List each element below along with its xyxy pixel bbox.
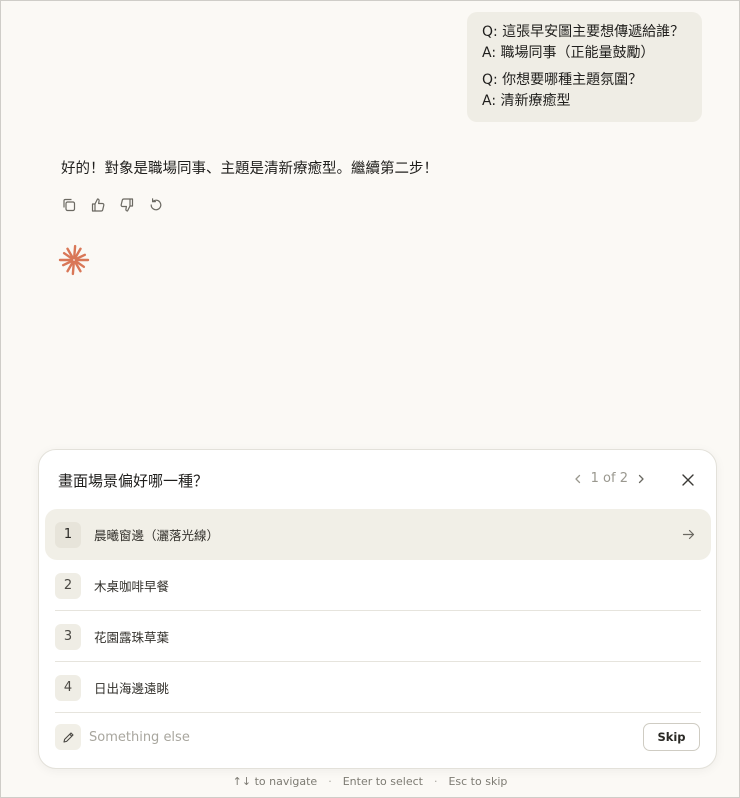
spark-icon <box>58 244 90 276</box>
answer-line: A: 清新療癒型 <box>482 93 571 109</box>
thumbs-down-icon[interactable] <box>117 195 137 215</box>
user-qa-1: Q: 這張早安圖主要想傳遞給誰？ A: 職場同事（正能量鼓勵） <box>482 22 692 64</box>
option-1[interactable]: 1 晨曦窗邊（灑落光線） <box>45 509 711 560</box>
chevron-right-icon[interactable] <box>634 472 648 486</box>
close-button[interactable] <box>676 468 700 492</box>
option-label: 木桌咖啡早餐 <box>94 579 170 594</box>
pager-text: 1 of 2 <box>590 471 628 486</box>
hint-escape: Esc to skip <box>448 775 508 788</box>
copy-icon[interactable] <box>59 195 79 215</box>
hint-select: Enter to select <box>342 775 423 788</box>
option-number: 2 <box>55 572 81 599</box>
option-label: 日出海邊遠眺 <box>94 681 170 696</box>
question-card: 畫面場景偏好哪一種？ 1 of 2 1 晨曦窗邊（灑落光線） 2 木桌咖啡早餐 … <box>38 449 717 769</box>
skip-button[interactable]: Skip <box>643 723 700 751</box>
hint-separator: · <box>433 775 438 788</box>
hint-separator: · <box>328 775 332 788</box>
option-3[interactable]: 3 花園露珠草葉 <box>45 611 711 662</box>
option-label: 花園露珠草葉 <box>94 630 170 645</box>
pencil-icon <box>55 724 81 750</box>
thumbs-up-icon[interactable] <box>88 195 108 215</box>
user-message-bubble: Q: 這張早安圖主要想傳遞給誰？ A: 職場同事（正能量鼓勵） Q: 你想要哪種… <box>467 12 702 122</box>
close-icon <box>682 474 694 486</box>
option-number: 4 <box>55 674 81 701</box>
options-list: 1 晨曦窗邊（灑落光線） 2 木桌咖啡早餐 3 花園露珠草葉 4 日出海邊遠眺 <box>45 509 711 713</box>
option-number: 3 <box>55 623 81 650</box>
question-line: Q: 這張早安圖主要想傳遞給誰？ <box>482 24 685 40</box>
answer-line: A: 職場同事（正能量鼓勵） <box>482 45 655 61</box>
option-label: 晨曦窗邊（灑落光線） <box>94 528 220 543</box>
hint-navigate: ↑↓ to navigate <box>232 775 318 788</box>
assistant-message: 好的！對象是職場同事、主題是清新療癒型。繼續第二步！ <box>61 161 438 177</box>
option-4[interactable]: 4 日出海邊遠眺 <box>45 662 711 713</box>
question-title: 畫面場景偏好哪一種？ <box>58 472 209 490</box>
retry-icon[interactable] <box>146 195 166 215</box>
message-actions <box>59 195 166 215</box>
chevron-left-icon[interactable] <box>571 472 585 486</box>
card-header: 畫面場景偏好哪一種？ 1 of 2 <box>58 468 700 492</box>
arrow-right-icon <box>681 528 695 542</box>
user-qa-2: Q: 你想要哪種主題氛圍？ A: 清新療癒型 <box>482 70 692 112</box>
something-else-input[interactable] <box>89 725 589 749</box>
option-number: 1 <box>55 521 81 548</box>
something-else-row: Skip <box>55 723 700 753</box>
question-line: Q: 你想要哪種主題氛圍？ <box>482 72 643 88</box>
pager: 1 of 2 <box>571 471 648 486</box>
option-2[interactable]: 2 木桌咖啡早餐 <box>45 560 711 611</box>
keyboard-hints: ↑↓ to navigate · Enter to select · Esc t… <box>0 775 740 788</box>
